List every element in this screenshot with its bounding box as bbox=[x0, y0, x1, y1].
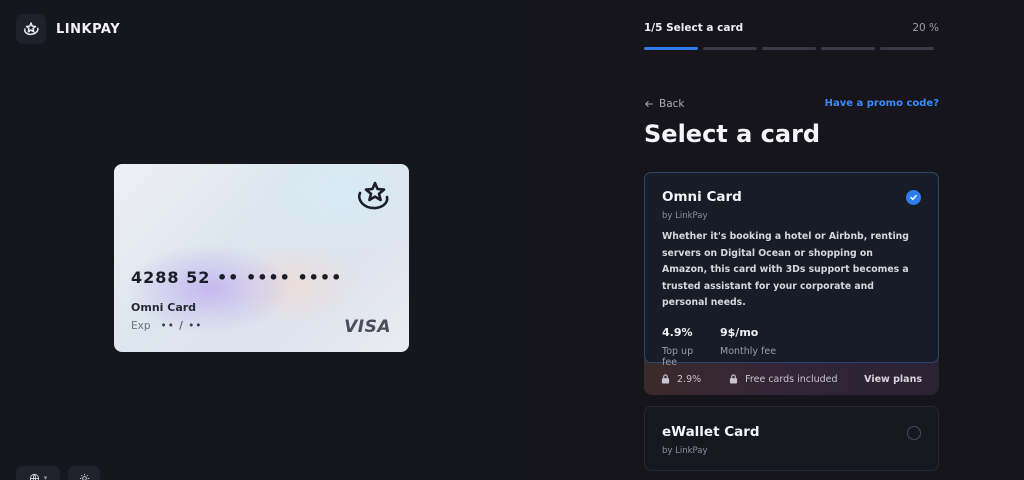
option-provider: by LinkPay bbox=[662, 446, 708, 456]
visa-logo: VISA bbox=[344, 317, 391, 337]
globe-icon bbox=[29, 473, 39, 480]
free-cards-label: Free cards included bbox=[745, 373, 838, 385]
option-name: eWallet Card bbox=[662, 424, 760, 440]
card-option-omni[interactable]: Omni Card by LinkPay Whether it's bookin… bbox=[644, 172, 939, 395]
card-preview-pane: LINKPAY 4288 52 •• •••• •••• Omni Card E… bbox=[0, 0, 527, 480]
card-option-ewallet[interactable]: eWallet Card by LinkPay bbox=[644, 406, 939, 471]
free-cards-info: Free cards included bbox=[729, 373, 838, 385]
card-logo-icon bbox=[354, 180, 392, 218]
progress-segment bbox=[880, 47, 934, 50]
stat-label: Top up fee bbox=[662, 345, 694, 368]
sun-icon bbox=[79, 473, 89, 480]
check-circle-icon bbox=[906, 190, 921, 205]
radio-unchecked-icon[interactable] bbox=[907, 426, 921, 440]
step-progress-bar bbox=[644, 47, 934, 50]
lock-icon bbox=[661, 374, 670, 384]
chevron-down-icon: ▾ bbox=[43, 474, 48, 480]
linkpay-logo-icon bbox=[16, 14, 46, 44]
brand-name: LINKPAY bbox=[56, 21, 121, 37]
language-button[interactable]: ▾ bbox=[16, 466, 60, 480]
stat-value: 4.9% bbox=[662, 325, 693, 339]
progress-segment bbox=[703, 47, 757, 50]
back-button[interactable]: Back bbox=[644, 98, 685, 110]
option-name: Omni Card bbox=[662, 189, 742, 205]
step-label: 1/5 Select a card bbox=[644, 22, 744, 34]
theme-toggle-button[interactable] bbox=[68, 466, 100, 480]
arrow-left-icon bbox=[644, 101, 653, 107]
view-plans-link[interactable]: View plans bbox=[864, 374, 922, 385]
option-provider: by LinkPay bbox=[662, 211, 708, 221]
rate-info: 2.9% bbox=[661, 374, 701, 385]
card-preview: 4288 52 •• •••• •••• Omni Card Exp •• / … bbox=[114, 164, 409, 352]
card-option-body[interactable]: Omni Card by LinkPay Whether it's bookin… bbox=[644, 172, 939, 368]
promo-code-link[interactable]: Have a promo code? bbox=[825, 98, 939, 109]
card-expiry-label: Exp bbox=[131, 320, 151, 332]
progress-segment bbox=[821, 47, 875, 50]
lock-icon bbox=[730, 374, 738, 384]
card-expiry: Exp •• / •• bbox=[131, 320, 203, 332]
card-number: 4288 52 •• •••• •••• bbox=[131, 268, 343, 287]
option-stats: 4.9% Top up fee 9$/mo Monthly fee bbox=[662, 326, 921, 368]
brand[interactable]: LINKPAY bbox=[16, 14, 120, 44]
progress-segment bbox=[762, 47, 816, 50]
card-selection-pane: 1/5 Select a card 20 % Back Have a promo… bbox=[527, 0, 1024, 480]
card-expiry-value: •• / •• bbox=[160, 320, 203, 332]
option-description: Whether it's booking a hotel or Airbnb, … bbox=[662, 231, 909, 309]
stat-value: 9$/mo bbox=[720, 325, 759, 339]
rate-value: 2.9% bbox=[677, 373, 702, 385]
stat-monthly-fee: 9$/mo Monthly fee bbox=[720, 326, 776, 368]
back-label: Back bbox=[659, 98, 685, 110]
stat-top-up-fee: 4.9% Top up fee bbox=[662, 326, 710, 368]
card-name: Omni Card bbox=[131, 301, 197, 314]
progress-segment bbox=[644, 47, 698, 50]
page-title: Select a card bbox=[644, 120, 821, 148]
stat-label: Monthly fee bbox=[720, 345, 777, 357]
step-percent: 20 % bbox=[912, 22, 939, 34]
